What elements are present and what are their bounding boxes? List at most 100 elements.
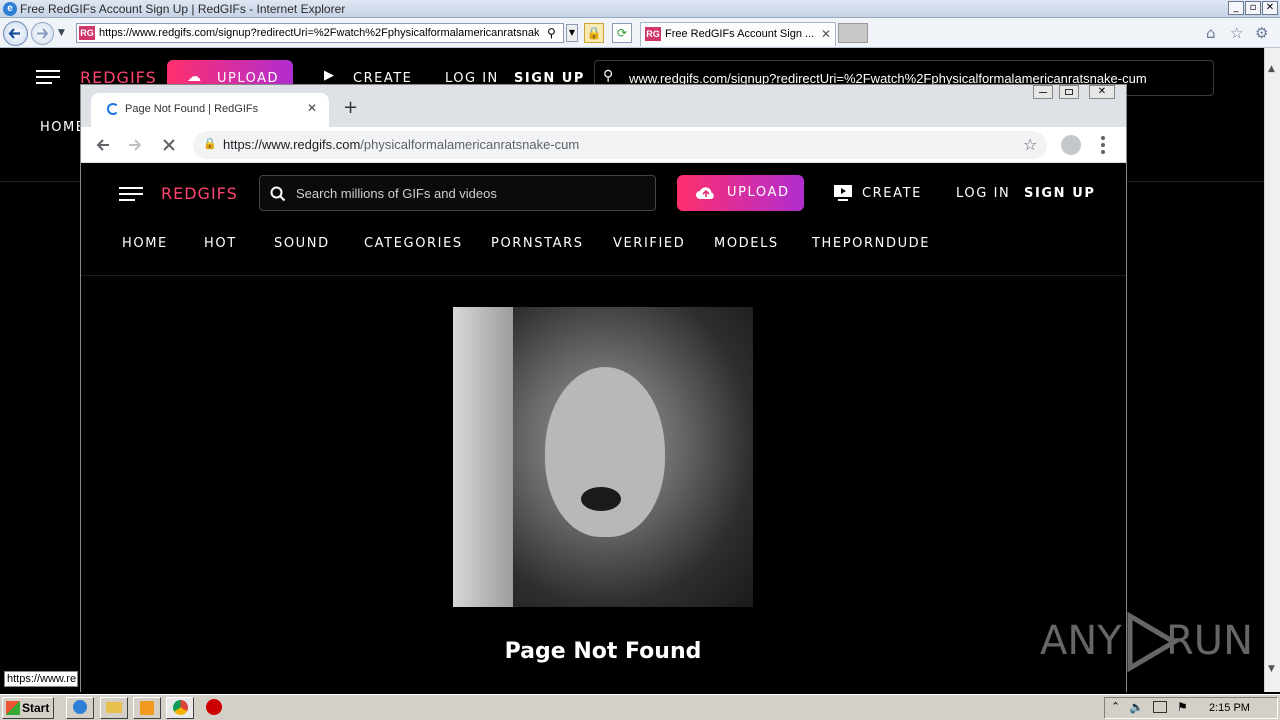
volume-icon[interactable]: 🔈: [1129, 700, 1144, 714]
back-arrow-icon[interactable]: [95, 137, 111, 153]
nav-divider: [81, 275, 1126, 276]
nav-theporndude[interactable]: THEPORNDUDE: [812, 236, 930, 251]
chrome-tab-active[interactable]: Page Not Found | RedGIFs ✕: [91, 93, 329, 127]
network-icon[interactable]: [1153, 701, 1167, 713]
forward-arrow-icon: [37, 28, 49, 39]
nav-hot[interactable]: HOT: [204, 236, 237, 251]
refresh-icon[interactable]: ⟳: [612, 23, 632, 43]
loading-spinner-icon: [107, 103, 119, 115]
chrome-tab-title: Page Not Found | RedGIFs: [125, 103, 259, 115]
history-dropdown-icon[interactable]: ▼: [58, 28, 65, 38]
ie-scrollbar[interactable]: ▲ ▼: [1264, 48, 1280, 692]
ie-tab-active[interactable]: RG Free RedGIFs Account Sign ... ✕: [640, 22, 836, 46]
new-tab-button[interactable]: [838, 23, 868, 43]
settings-gear-icon[interactable]: ⚙: [1255, 24, 1268, 42]
taskbar-folder-icon[interactable]: [100, 697, 128, 719]
signup-link[interactable]: SIGN UP: [1024, 186, 1096, 201]
watermark-right: RUN: [1166, 618, 1253, 664]
scroll-up-icon[interactable]: ▲: [1268, 64, 1275, 74]
taskbar-ie-icon[interactable]: [66, 697, 94, 719]
status-url: https://www.re: [4, 671, 78, 687]
image-background-wall: [453, 307, 513, 607]
site-search-input[interactable]: Search millions of GIFs and videos: [259, 175, 656, 211]
lock-icon[interactable]: 🔒: [203, 137, 217, 150]
clock: 2:15 PM: [1209, 702, 1250, 714]
back-arrow-icon: [8, 28, 20, 39]
ie-nav-bar: ▼ RG https://www.redgifs.com/signup?redi…: [0, 18, 1280, 48]
tab-close-icon[interactable]: ✕: [821, 27, 831, 41]
forward-button[interactable]: [31, 22, 54, 45]
menu-icon[interactable]: [36, 70, 60, 84]
login-link[interactable]: LOG IN: [956, 186, 1010, 201]
tab-favicon-icon: RG: [645, 27, 661, 41]
create-play-icon: ▶: [324, 68, 334, 83]
url-path: /physicalformalamericanratsnake-cum: [360, 137, 580, 152]
back-button[interactable]: [3, 21, 28, 46]
site-logo[interactable]: REDGIFS: [161, 184, 238, 203]
windows-logo-icon: [6, 701, 20, 715]
tray-expand-icon[interactable]: ⌃: [1111, 700, 1120, 713]
create-link[interactable]: CREATE: [862, 186, 922, 201]
bg-nav-home[interactable]: HOME: [40, 120, 85, 135]
chrome-omnibox[interactable]: 🔒 https://www.redgifs.com/physicalformal…: [193, 131, 1047, 159]
anyrun-watermark: ANY RUN: [1040, 612, 1253, 672]
ie-title-bar: e Free RedGIFs Account Sign Up | RedGIFs…: [0, 0, 1280, 18]
taskbar-alert-icon[interactable]: [206, 699, 222, 715]
ie-address-value[interactable]: https://www.redgifs.com/signup?redirectU…: [99, 27, 539, 39]
chrome-tab-strip: Page Not Found | RedGIFs ✕ + ✕: [81, 85, 1126, 127]
watermark-left: ANY: [1040, 618, 1122, 664]
nav-models[interactable]: MODELS: [714, 236, 779, 251]
ie-tab-title: Free RedGIFs Account Sign ...: [665, 28, 815, 40]
image-face-shape: [545, 367, 665, 537]
site-menu-icon[interactable]: [119, 187, 143, 201]
nav-home[interactable]: HOME: [122, 236, 168, 251]
upload-cloud-icon: ☁: [187, 69, 201, 85]
favorites-star-icon[interactable]: ☆: [1230, 24, 1243, 42]
site-content: REDGIFS Search millions of GIFs and vide…: [81, 163, 1126, 693]
chrome-window: Page Not Found | RedGIFs ✕ + ✕ 🔒 https:/…: [80, 84, 1127, 693]
chrome-menu-icon[interactable]: [1101, 136, 1105, 154]
chrome-maximize-icon[interactable]: [1059, 85, 1079, 99]
not-found-image: [453, 307, 753, 607]
start-label: Start: [22, 701, 50, 715]
action-center-flag-icon[interactable]: ⚑: [1177, 700, 1188, 714]
nav-pornstars[interactable]: PORNSTARS: [491, 236, 584, 251]
start-button[interactable]: Start: [2, 697, 54, 719]
windows-taskbar: Start ⌃ 🔈 ⚑ 2:15 PM: [0, 694, 1280, 720]
upload-cloud-icon: [696, 187, 714, 199]
profile-avatar-icon[interactable]: [1061, 135, 1081, 155]
forward-arrow-icon[interactable]: [127, 137, 143, 153]
search-icon: [270, 186, 286, 202]
chrome-close-icon[interactable]: ✕: [1089, 85, 1115, 99]
page-not-found-heading: Page Not Found: [504, 639, 702, 664]
system-tray: ⌃ 🔈 ⚑ 2:15 PM: [1104, 697, 1278, 719]
taskbar-media-icon[interactable]: [133, 697, 161, 719]
close-icon[interactable]: ✕: [1262, 1, 1278, 15]
minimize-icon[interactable]: _: [1228, 1, 1244, 15]
bookmark-star-icon[interactable]: ☆: [1023, 135, 1037, 154]
chrome-url[interactable]: https://www.redgifs.com/physicalformalam…: [223, 137, 579, 152]
lock-icon[interactable]: 🔒: [584, 23, 604, 43]
home-icon[interactable]: ⌂: [1206, 24, 1216, 42]
tab-close-icon[interactable]: ✕: [307, 101, 317, 115]
create-video-icon: [834, 185, 852, 201]
nav-sound[interactable]: SOUND: [274, 236, 330, 251]
image-mouth-shape: [581, 487, 621, 511]
address-dropdown-icon[interactable]: ▼: [566, 24, 578, 42]
ie-logo-icon: e: [3, 2, 17, 16]
upload-button[interactable]: UPLOAD: [677, 175, 804, 211]
url-host: https://www.redgifs.com: [223, 137, 361, 152]
nav-verified[interactable]: VERIFIED: [613, 236, 685, 251]
new-tab-icon[interactable]: +: [343, 97, 358, 118]
search-icon[interactable]: ⚲: [547, 26, 556, 40]
nav-categories[interactable]: CATEGORIES: [364, 236, 463, 251]
site-favicon-icon: RG: [79, 26, 95, 40]
scroll-down-icon[interactable]: ▼: [1268, 664, 1275, 674]
maximize-icon[interactable]: ▫: [1245, 1, 1261, 15]
chrome-minimize-icon[interactable]: [1033, 85, 1053, 99]
ie-address-bar[interactable]: RG https://www.redgifs.com/signup?redire…: [76, 23, 564, 43]
taskbar-chrome-icon[interactable]: [166, 697, 194, 719]
ie-window-title: Free RedGIFs Account Sign Up | RedGIFs -…: [20, 2, 346, 16]
stop-loading-icon[interactable]: [161, 137, 177, 153]
upload-label: UPLOAD: [727, 185, 790, 200]
